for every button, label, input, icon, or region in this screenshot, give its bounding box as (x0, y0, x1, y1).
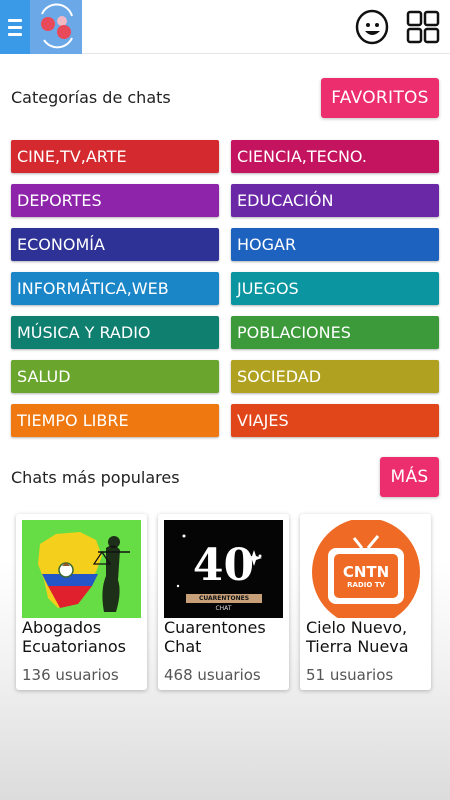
menu-button[interactable] (0, 0, 30, 54)
app-bar (0, 0, 450, 54)
category-grid: CINE,TV,ARTE CIENCIA,TECNO. DEPORTES EDUCAC… (11, 140, 439, 437)
more-button[interactable]: MÁS (380, 457, 439, 497)
thumb-caption: CUARENTONES (198, 595, 250, 602)
chat-card-cuarentones[interactable]: 40 CUARENTONES CHAT Cuarentones Chat 468… (158, 514, 289, 690)
tv-logo-thumbnail: CNTN RADIO TV (306, 520, 425, 618)
popular-chats-list: Abogados Ecuatorianos 136 usuarios 40 CU… (16, 514, 434, 690)
category-button[interactable]: DEPORTES (11, 184, 219, 217)
hamburger-line (8, 18, 22, 22)
favorites-button[interactable]: FAVORITOS (321, 78, 439, 118)
chat-card-title: Cielo Nuevo, Tierra Nueva (306, 618, 409, 656)
hamburger-line (8, 32, 22, 36)
thumb-line-1: CNTN (342, 563, 390, 581)
grid-view-icon[interactable] (405, 9, 441, 45)
app-logo[interactable] (30, 0, 82, 54)
category-button[interactable]: INFORMÁTICA,WEB (11, 272, 219, 305)
thumb-line-2: RADIO TV (347, 581, 385, 589)
category-button[interactable]: TIEMPO LIBRE (11, 404, 219, 437)
cuarentones-thumbnail: 40 CUARENTONES CHAT (164, 520, 283, 618)
category-button[interactable]: MÚSICA Y RADIO (11, 316, 219, 349)
hamburger-line (8, 25, 22, 29)
thumb-number: 40 (192, 540, 255, 591)
chat-card-users: 51 usuarios (306, 666, 394, 684)
chat-card-users: 468 usuarios (164, 666, 261, 684)
chat-card-title: Cuarentones Chat (164, 618, 266, 656)
category-button[interactable]: CINE,TV,ARTE (11, 140, 219, 173)
category-button[interactable]: HOGAR (231, 228, 439, 261)
chat-card-cielo-nuevo[interactable]: CNTN RADIO TV Cielo Nuevo, Tierra Nueva … (300, 514, 431, 690)
popular-heading: Chats más populares (11, 468, 180, 487)
chat-card-abogados[interactable]: Abogados Ecuatorianos 136 usuarios (16, 514, 147, 690)
chat-card-users: 136 usuarios (22, 666, 119, 684)
category-button[interactable]: EDUCACIÓN (231, 184, 439, 217)
category-button[interactable]: VIAJES (231, 404, 439, 437)
category-button[interactable]: JUEGOS (231, 272, 439, 305)
category-button[interactable]: ECONOMÍA (11, 228, 219, 261)
thumb-caption-2: CHAT (215, 605, 232, 612)
category-button[interactable]: POBLACIONES (231, 316, 439, 349)
profile-avatar-icon[interactable] (354, 9, 390, 45)
category-button[interactable]: SOCIEDAD (231, 360, 439, 393)
category-button[interactable]: CIENCIA,TECNO. (231, 140, 439, 173)
chat-card-title: Abogados Ecuatorianos (22, 618, 127, 656)
category-button[interactable]: SALUD (11, 360, 219, 393)
ecuador-map-thumbnail (22, 520, 141, 618)
categories-heading: Categorías de chats (11, 88, 171, 107)
